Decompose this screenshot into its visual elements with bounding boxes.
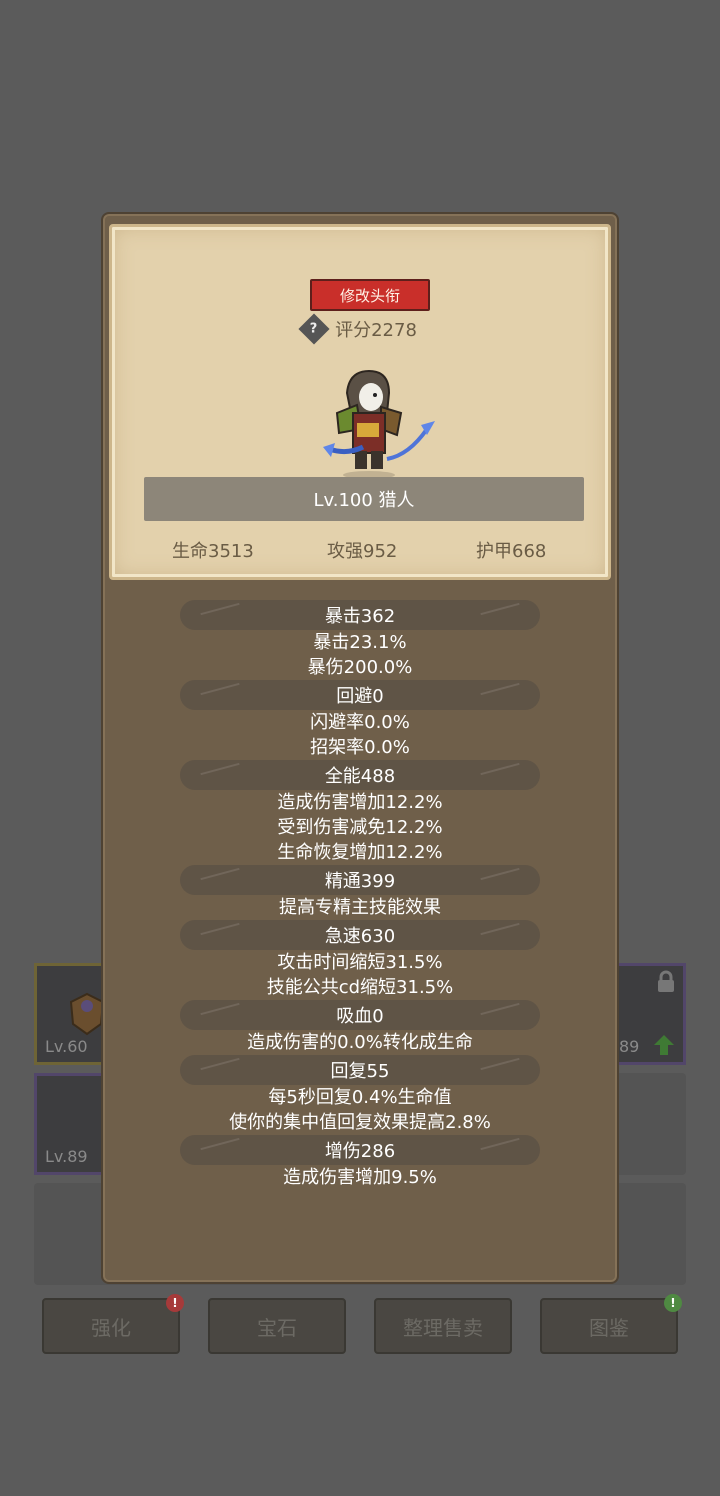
score-text: 评分2278 [335,320,417,341]
character-stats-modal: 修改头衔 ? 评分2278 Lv.100 猎人 生命3513 攻强952 护甲6… [101,212,619,1284]
slot-level: Lv.60 [45,1037,88,1056]
lock-icon [658,970,674,992]
stat-group-haste: 急速630 攻击时间缩短31.5% 技能公共cd缩短31.5% [103,920,617,1000]
character-card: 修改头衔 ? 评分2278 Lv.100 猎人 生命3513 攻强952 护甲6… [109,224,611,580]
character-portrait [317,363,437,483]
stat-line: 闪避率0.0% [310,712,410,733]
stat-line: 暴伤200.0% [307,657,413,678]
character-name: Lv.100 猎人 [313,490,415,511]
alert-badge: ! [166,1294,184,1312]
equipment-slot-empty[interactable] [614,1073,686,1175]
stat-header: 全能488 [180,760,540,790]
gem-label: 宝石 [257,1315,297,1340]
stat-line: 提高专精主技能效果 [279,897,441,918]
sort-sell-label: 整理售卖 [403,1315,483,1340]
stat-group-versatility: 全能488 造成伤害增加12.2% 受到伤害减免12.2% 生命恢复增加12.2… [103,760,617,865]
slot-level: Lv.89 [45,1147,88,1166]
change-title-button[interactable]: 修改头衔 [310,279,430,311]
equipment-slot[interactable]: Lv.60 [34,963,106,1065]
stat-group-crit: 暴击362 暴击23.1% 暴伤200.0% [103,600,617,680]
stat-header: 急速630 [180,920,540,950]
score-row: ? 评分2278 [112,313,608,345]
stat-line: 招架率0.0% [310,737,410,758]
codex-label: 图鉴 [589,1315,629,1340]
stat-line: 生命恢复增加12.2% [277,842,443,863]
stat-line: 造成伤害增加12.2% [277,792,443,813]
stat-group-dodge: 回避0 闪避率0.0% 招架率0.0% [103,680,617,760]
stat-line: 技能公共cd缩短31.5% [266,977,454,998]
attack-stat: 攻强952 [327,541,398,562]
alert-badge: ! [664,1294,682,1312]
stat-line: 攻击时间缩短31.5% [277,952,443,973]
stat-group-mastery: 精通399 提高专精主技能效果 [103,865,617,920]
equipment-slot[interactable]: 89 [614,963,686,1065]
stat-line: 受到伤害减免12.2% [277,817,443,838]
stat-line: 暴击23.1% [313,632,407,653]
stat-header: 回避0 [180,680,540,710]
stat-group-damage-bonus: 增伤286 造成伤害增加9.5% [103,1135,617,1190]
stat-line: 使你的集中值回复效果提高2.8% [229,1112,491,1133]
stat-line: 造成伤害增加9.5% [283,1167,437,1188]
stat-header: 吸血0 [180,1000,540,1030]
enhance-button[interactable]: 强化 ! [42,1294,184,1354]
stat-header: 增伤286 [180,1135,540,1165]
slot-level: 89 [619,1037,640,1056]
gem-button[interactable]: 宝石 [208,1298,346,1354]
enhance-label: 强化 [91,1315,131,1340]
character-name-bar: Lv.100 猎人 [144,477,584,521]
stat-line: 造成伤害的0.0%转化成生命 [247,1032,473,1053]
stat-header: 回复55 [180,1055,540,1085]
stat-line: 每5秒回复0.4%生命值 [268,1087,452,1108]
sort-sell-button[interactable]: 整理售卖 [374,1298,512,1354]
change-title-label: 修改头衔 [339,286,400,305]
armor-stat: 护甲668 [476,541,547,562]
stat-header: 精通399 [180,865,540,895]
stat-group-regen: 回复55 每5秒回复0.4%生命值 使你的集中值回复效果提高2.8% [103,1055,617,1135]
stats-list: 暴击362 暴击23.1% 暴伤200.0% 回避0 闪避率0.0% 招架率0.… [103,600,617,1190]
upgrade-arrow-icon [654,1035,674,1055]
hp-stat: 生命3513 [172,541,254,562]
help-icon[interactable]: ? [298,313,330,345]
base-stats: 生命3513 攻强952 护甲668 [112,533,608,563]
stat-group-leech: 吸血0 造成伤害的0.0%转化成生命 [103,1000,617,1055]
equipment-slot[interactable]: Lv.89 [34,1073,106,1175]
stat-header: 暴击362 [180,600,540,630]
hunter-character-icon [323,369,435,479]
codex-button[interactable]: 图鉴 ! [540,1294,682,1354]
